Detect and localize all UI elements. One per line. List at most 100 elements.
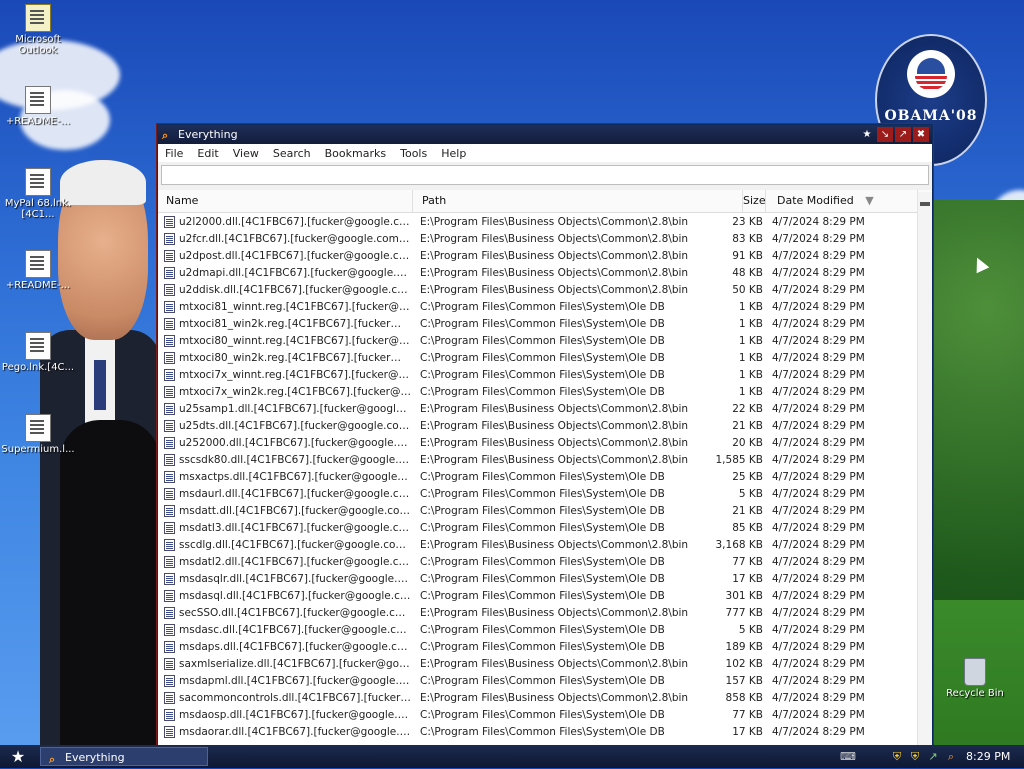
cell-name: sscsdk80.dll.[4C1FBC67].[fucker@google.c… xyxy=(179,454,411,466)
table-row[interactable]: u25dts.dll.[4C1FBC67].[fucker@google.com… xyxy=(158,418,918,435)
table-row[interactable]: sscsdk80.dll.[4C1FBC67].[fucker@google.c… xyxy=(158,452,918,469)
cell-date: 4/7/2024 8:29 PM xyxy=(772,488,865,500)
cell-name: secSSO.dll.[4C1FBC67].[fucker@google.com… xyxy=(179,607,411,619)
table-row[interactable]: msdasql.dll.[4C1FBC67].[fucker@google.co… xyxy=(158,588,918,605)
cell-path: E:\Program Files\Business Objects\Common… xyxy=(420,233,689,245)
search-input[interactable] xyxy=(161,165,929,185)
menu-search[interactable]: Search xyxy=(266,147,318,160)
cell-path: E:\Program Files\Business Objects\Common… xyxy=(420,539,689,551)
shortcut-icon xyxy=(25,332,51,360)
cell-path: C:\Program Files\Common Files\System\Ole… xyxy=(420,488,665,500)
window-titlebar[interactable]: ⌕ Everything ★ ↘ ↗ ✖ xyxy=(158,125,932,144)
search-app-icon: ⌕ xyxy=(162,128,169,142)
desktop-icon-pego[interactable]: Pego.lnk.[4C... xyxy=(0,332,76,373)
desktop-icon-supermium[interactable]: Supermium.l... xyxy=(0,414,76,455)
cell-date: 4/7/2024 8:29 PM xyxy=(772,505,865,517)
search-app-icon[interactable]: ⌕ xyxy=(944,750,958,764)
column-name[interactable]: Name xyxy=(158,190,413,212)
cell-path: C:\Program Files\Common Files\System\Ole… xyxy=(420,318,665,330)
table-row[interactable]: u2ddisk.dll.[4C1FBC67].[fucker@google.co… xyxy=(158,282,918,299)
vertical-scrollbar[interactable] xyxy=(917,192,932,746)
table-row[interactable]: msdasc.dll.[4C1FBC67].[fucker@google.com… xyxy=(158,622,918,639)
table-row[interactable]: u2l2000.dll.[4C1FBC67].[fucker@google.co… xyxy=(158,214,918,231)
cell-name: u2l2000.dll.[4C1FBC67].[fucker@google.co… xyxy=(179,216,411,228)
menu-edit[interactable]: Edit xyxy=(190,147,225,160)
table-row[interactable]: mtxoci80_win2k.reg.[4C1FBC67].[fucker@go… xyxy=(158,350,918,367)
shield-icon[interactable]: ⛨ xyxy=(890,750,904,764)
table-row[interactable]: msdaps.dll.[4C1FBC67].[fucker@google.com… xyxy=(158,639,918,656)
cell-date: 4/7/2024 8:29 PM xyxy=(772,709,865,721)
menu-view[interactable]: View xyxy=(226,147,266,160)
table-row[interactable]: mtxoci7x_winnt.reg.[4C1FBC67].[fucker@go… xyxy=(158,367,918,384)
column-path[interactable]: Path xyxy=(413,190,743,212)
column-size[interactable]: Size xyxy=(743,190,766,212)
desktop-icon-readme-2[interactable]: +README-... xyxy=(0,250,76,291)
cell-size: 21 KB xyxy=(732,420,763,432)
table-row[interactable]: secSSO.dll.[4C1FBC67].[fucker@google.com… xyxy=(158,605,918,622)
minimize-button[interactable]: ↘ xyxy=(877,127,893,142)
file-icon xyxy=(164,488,175,500)
table-row[interactable]: msdaurl.dll.[4C1FBC67].[fucker@google.co… xyxy=(158,486,918,503)
close-button[interactable]: ✖ xyxy=(913,127,929,142)
cell-date: 4/7/2024 8:29 PM xyxy=(772,318,865,330)
table-row[interactable]: sacommoncontrols.dll.[4C1FBC67].[fucker@… xyxy=(158,690,918,707)
table-row[interactable]: u2fcr.dll.[4C1FBC67].[fucker@google.com]… xyxy=(158,231,918,248)
menu-file[interactable]: File xyxy=(158,147,190,160)
taskbar-clock[interactable]: 8:29 PM xyxy=(966,747,1010,766)
cell-date: 4/7/2024 8:29 PM xyxy=(772,471,865,483)
shield-icon[interactable]: ⛨ xyxy=(908,750,922,764)
cell-date: 4/7/2024 8:29 PM xyxy=(772,216,865,228)
file-icon xyxy=(164,709,175,721)
table-row[interactable]: sscdlg.dll.[4C1FBC67].[fucker@google.com… xyxy=(158,537,918,554)
table-row[interactable]: u25samp1.dll.[4C1FBC67].[fucker@google.c… xyxy=(158,401,918,418)
scrollbar-thumb[interactable] xyxy=(920,202,930,206)
table-row[interactable]: saxmlserialize.dll.[4C1FBC67].[fucker@go… xyxy=(158,656,918,673)
table-row[interactable]: u2dpost.dll.[4C1FBC67].[fucker@google.co… xyxy=(158,248,918,265)
table-row[interactable]: msdatt.dll.[4C1FBC67].[fucker@google.com… xyxy=(158,503,918,520)
table-row[interactable]: msdaorar.dll.[4C1FBC67].[fucker@google.c… xyxy=(158,724,918,741)
cell-name: u252000.dll.[4C1FBC67].[fucker@google.co… xyxy=(179,437,411,449)
table-row[interactable]: u2dmapi.dll.[4C1FBC67].[fucker@google.co… xyxy=(158,265,918,282)
table-row[interactable]: mtxoci81_win2k.reg.[4C1FBC67].[fucker@go… xyxy=(158,316,918,333)
cell-date: 4/7/2024 8:29 PM xyxy=(772,556,865,568)
network-icon[interactable]: ↗ xyxy=(926,750,940,764)
cell-size: 1 KB xyxy=(738,386,763,398)
table-row[interactable]: msxactps.dll.[4C1FBC67].[fucker@google.c… xyxy=(158,469,918,486)
taskbar-item-everything[interactable]: ⌕ Everything xyxy=(40,747,208,766)
cell-path: C:\Program Files\Common Files\System\Ole… xyxy=(420,335,665,347)
table-row[interactable]: msdatl3.dll.[4C1FBC67].[fucker@google.co… xyxy=(158,520,918,537)
table-row[interactable]: msdapml.dll.[4C1FBC67].[fucker@google.co… xyxy=(158,673,918,690)
table-row[interactable]: mtxoci80_winnt.reg.[4C1FBC67].[fucker@go… xyxy=(158,333,918,350)
file-icon xyxy=(164,267,175,279)
column-date-modified[interactable]: Date Modified ▼ xyxy=(766,190,918,212)
cell-date: 4/7/2024 8:29 PM xyxy=(772,658,865,670)
table-row[interactable]: u252000.dll.[4C1FBC67].[fucker@google.co… xyxy=(158,435,918,452)
table-row[interactable]: mtxoci81_winnt.reg.[4C1FBC67].[fucker@go… xyxy=(158,299,918,316)
desktop-icon-outlook[interactable]: Microsoft Outlook xyxy=(0,4,76,56)
menu-help[interactable]: Help xyxy=(434,147,473,160)
file-icon xyxy=(164,590,175,602)
file-icon xyxy=(164,437,175,449)
results-list: u2l2000.dll.[4C1FBC67].[fucker@google.co… xyxy=(158,214,918,746)
start-button[interactable]: ★ xyxy=(4,747,32,766)
keyboard-icon[interactable]: ⌨ xyxy=(840,750,856,764)
cell-path: C:\Program Files\Common Files\System\Ole… xyxy=(420,641,665,653)
desktop-icon-recycle-bin[interactable]: Recycle Bin xyxy=(940,658,1010,699)
cell-name: msdaurl.dll.[4C1FBC67].[fucker@google.co… xyxy=(179,488,411,500)
cell-name: sacommoncontrols.dll.[4C1FBC67].[fucker@… xyxy=(179,692,411,704)
table-row[interactable]: mtxoci7x_win2k.reg.[4C1FBC67].[fucker@go… xyxy=(158,384,918,401)
table-row[interactable]: msdaosp.dll.[4C1FBC67].[fucker@google.co… xyxy=(158,707,918,724)
cell-size: 777 KB xyxy=(725,607,763,619)
file-icon xyxy=(164,216,175,228)
maximize-button[interactable]: ↗ xyxy=(895,127,911,142)
menu-bookmarks[interactable]: Bookmarks xyxy=(318,147,393,160)
desktop-icon-readme-1[interactable]: +README-... xyxy=(0,86,76,127)
table-row[interactable]: msdatl2.dll.[4C1FBC67].[fucker@google.co… xyxy=(158,554,918,571)
desktop-icon-mypal[interactable]: MyPal 68.lnk.[4C1... xyxy=(0,168,76,220)
shortcut-icon xyxy=(25,414,51,442)
menu-tools[interactable]: Tools xyxy=(393,147,434,160)
cell-path: E:\Program Files\Business Objects\Common… xyxy=(420,437,689,449)
cell-size: 1 KB xyxy=(738,352,763,364)
pin-icon[interactable]: ★ xyxy=(859,127,875,142)
table-row[interactable]: msdasqlr.dll.[4C1FBC67].[fucker@google.c… xyxy=(158,571,918,588)
